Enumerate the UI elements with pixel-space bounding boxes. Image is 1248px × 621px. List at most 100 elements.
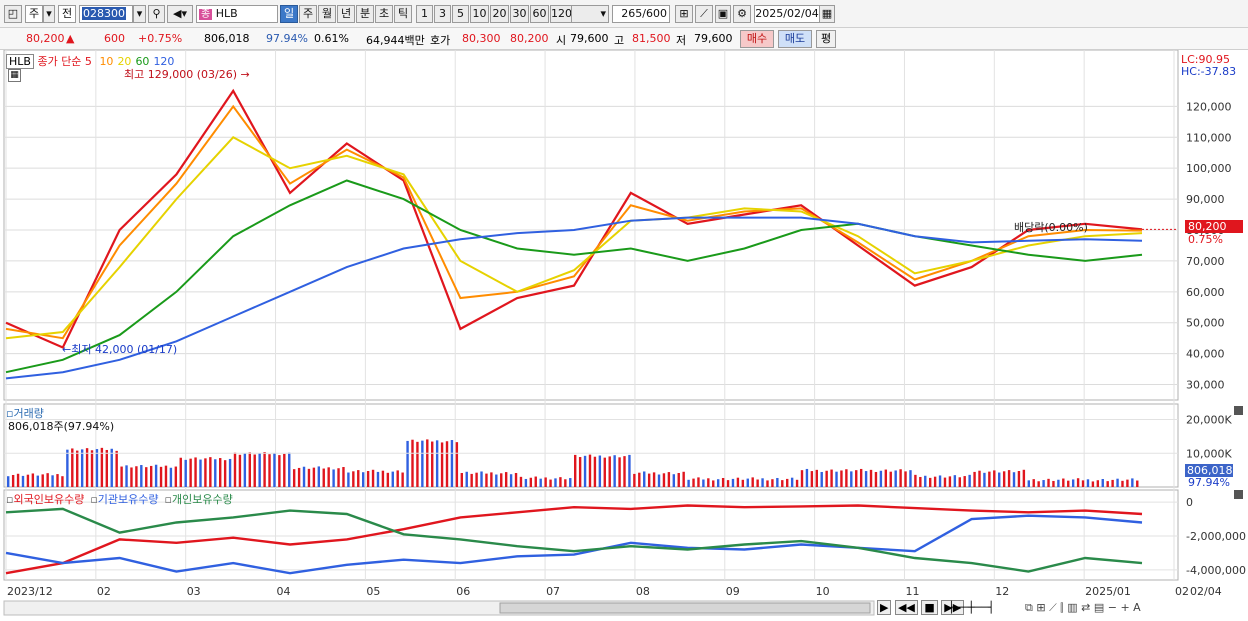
volume-bar (835, 471, 838, 487)
stock-name-field[interactable]: 종 HLB (196, 5, 278, 23)
layers-icon[interactable]: ▤ (1094, 601, 1104, 614)
period-tab[interactable]: 일 (280, 5, 298, 23)
volume-bar (273, 452, 276, 487)
zoom-slider[interactable]: ├──┼──┤ (948, 601, 994, 614)
scroll-thumb (499, 602, 871, 614)
volume-bar (184, 459, 187, 487)
interval-tab[interactable]: 30 (510, 5, 529, 23)
font-size-icon[interactable]: A (1133, 601, 1141, 614)
volume-bar (16, 473, 20, 487)
volume-bar (574, 454, 577, 487)
volume-bar (1096, 480, 1100, 487)
volume-bar (958, 477, 961, 487)
code-dropdown-icon[interactable]: ▾ (133, 5, 146, 23)
zoom-out-icon[interactable]: − (1108, 601, 1117, 614)
calendar-icon[interactable]: ▦ (819, 5, 835, 23)
buy-button[interactable]: 매수 (740, 30, 774, 48)
play-right-icon[interactable]: ▶ (877, 600, 892, 615)
candle-chart-icon[interactable]: ⫿ (1060, 601, 1064, 614)
x-tick-label: 2023/12 (7, 585, 53, 598)
volume-bar (317, 466, 321, 487)
holding-close-icon[interactable] (1234, 490, 1243, 499)
period-tab[interactable]: 년 (337, 5, 355, 23)
holding-legend-item[interactable]: 개인보유수량 (172, 493, 233, 506)
x-tick-label: 02 (1175, 585, 1189, 598)
period-tab[interactable]: 월 (318, 5, 336, 23)
volume-bar (228, 458, 232, 487)
date-input[interactable]: 2025/02/04 (754, 5, 820, 23)
evaluate-button[interactable]: 평 (816, 30, 836, 48)
volume-close-icon[interactable] (1234, 406, 1243, 415)
interval-dropdown[interactable]: ▾ (571, 5, 609, 23)
interval-tab[interactable]: 5 (452, 5, 469, 23)
draw-line-icon[interactable]: ⟋ (695, 5, 713, 23)
rewind-icon[interactable]: ◀◀ (894, 600, 918, 615)
chart-settings-icon[interactable]: ⊞ (675, 5, 693, 23)
toolbar: ◰ 주 ▾ 전 028300 ▾ ⚲ ◀▾ 종 HLB 일주월년분초틱 1351… (0, 0, 1248, 28)
stop-icon[interactable]: ■ (921, 600, 938, 615)
holding-tick-label: 0 (1186, 496, 1193, 509)
interval-tab[interactable]: 3 (434, 5, 451, 23)
tab-all[interactable]: 전 (58, 5, 76, 23)
holding-tick-label: -4,000,000 (1186, 564, 1246, 577)
period-tab[interactable]: 틱 (394, 5, 412, 23)
x-tick-label: 05 (366, 585, 380, 598)
current-price-tag: 80,200 (1185, 220, 1243, 233)
volume-bar (243, 453, 247, 487)
grid-view-icon[interactable]: ⊞ (1036, 601, 1045, 614)
volume-bar (1032, 479, 1035, 487)
holding-legend-item[interactable]: 외국인보유수량 (13, 493, 84, 506)
volume-bar (105, 449, 109, 487)
tab-stock[interactable]: 주 (25, 5, 43, 23)
ma-legend-item[interactable]: 10 (99, 55, 113, 68)
interval-tab[interactable]: 120 (550, 5, 572, 23)
volume-bar (845, 469, 848, 487)
tab-stock-dropdown-icon[interactable]: ▾ (43, 5, 55, 23)
volume-bar (687, 479, 690, 487)
stock-code-input[interactable]: 028300 (79, 5, 133, 23)
volume-bar (1047, 478, 1050, 487)
interval-tab[interactable]: 1 (416, 5, 433, 23)
volume-bar (859, 468, 863, 487)
legend-toggle-icon[interactable]: ▫ (90, 493, 97, 506)
speaker-icon[interactable]: ◀▾ (167, 5, 193, 23)
volume-bar (820, 471, 823, 487)
volume-bar (480, 471, 483, 487)
volume-bar (421, 440, 424, 487)
bar-count-input[interactable]: 265/600 (612, 5, 670, 23)
gear-icon[interactable]: ⚙ (733, 5, 751, 23)
table-icon[interactable]: ▦ (8, 69, 21, 82)
volume-bar (1091, 481, 1095, 487)
volume-bar (455, 442, 459, 487)
volume-bar (219, 458, 222, 487)
zoom-in-icon[interactable]: + (1120, 601, 1129, 614)
volume-bar (327, 467, 330, 487)
volume-bar (795, 479, 799, 487)
period-tab[interactable]: 주 (299, 5, 317, 23)
holding-legend-item[interactable]: 기관보유수량 (98, 493, 159, 506)
ticker-tag[interactable]: HLB (6, 54, 34, 69)
sell-button[interactable]: 매도 (778, 30, 812, 48)
hc-value: HC:-37.83 (1181, 65, 1237, 78)
period-tab[interactable]: 분 (356, 5, 374, 23)
line-chart-icon[interactable]: ⟋ (1049, 601, 1057, 614)
volume-bar (214, 459, 217, 487)
volume-value-label: 806,018주(97.94%) (8, 420, 115, 433)
interval-tab[interactable]: 20 (490, 5, 509, 23)
volume-tick-label: 10,000K (1186, 447, 1232, 460)
price-tick-label: 90,000 (1186, 193, 1225, 206)
period-tab[interactable]: 초 (375, 5, 393, 23)
volume-bar (1101, 479, 1104, 487)
split-view-icon[interactable]: ⧉ (1025, 601, 1033, 614)
interval-tab[interactable]: 60 (530, 5, 549, 23)
legend-toggle-icon[interactable]: ▫ (165, 493, 172, 506)
search-icon[interactable]: ⚲ (148, 5, 165, 23)
bar-chart-icon[interactable]: ▥ (1067, 601, 1077, 614)
interval-tab[interactable]: 10 (470, 5, 489, 23)
window-menu-icon[interactable]: ◰ (4, 5, 22, 23)
compare-icon[interactable]: ⇄ (1081, 601, 1090, 614)
volume-bar (938, 475, 942, 487)
current-pct-tag: 0.75% (1188, 233, 1223, 246)
volume-bar (435, 440, 439, 487)
save-icon[interactable]: ▣ (715, 5, 731, 23)
